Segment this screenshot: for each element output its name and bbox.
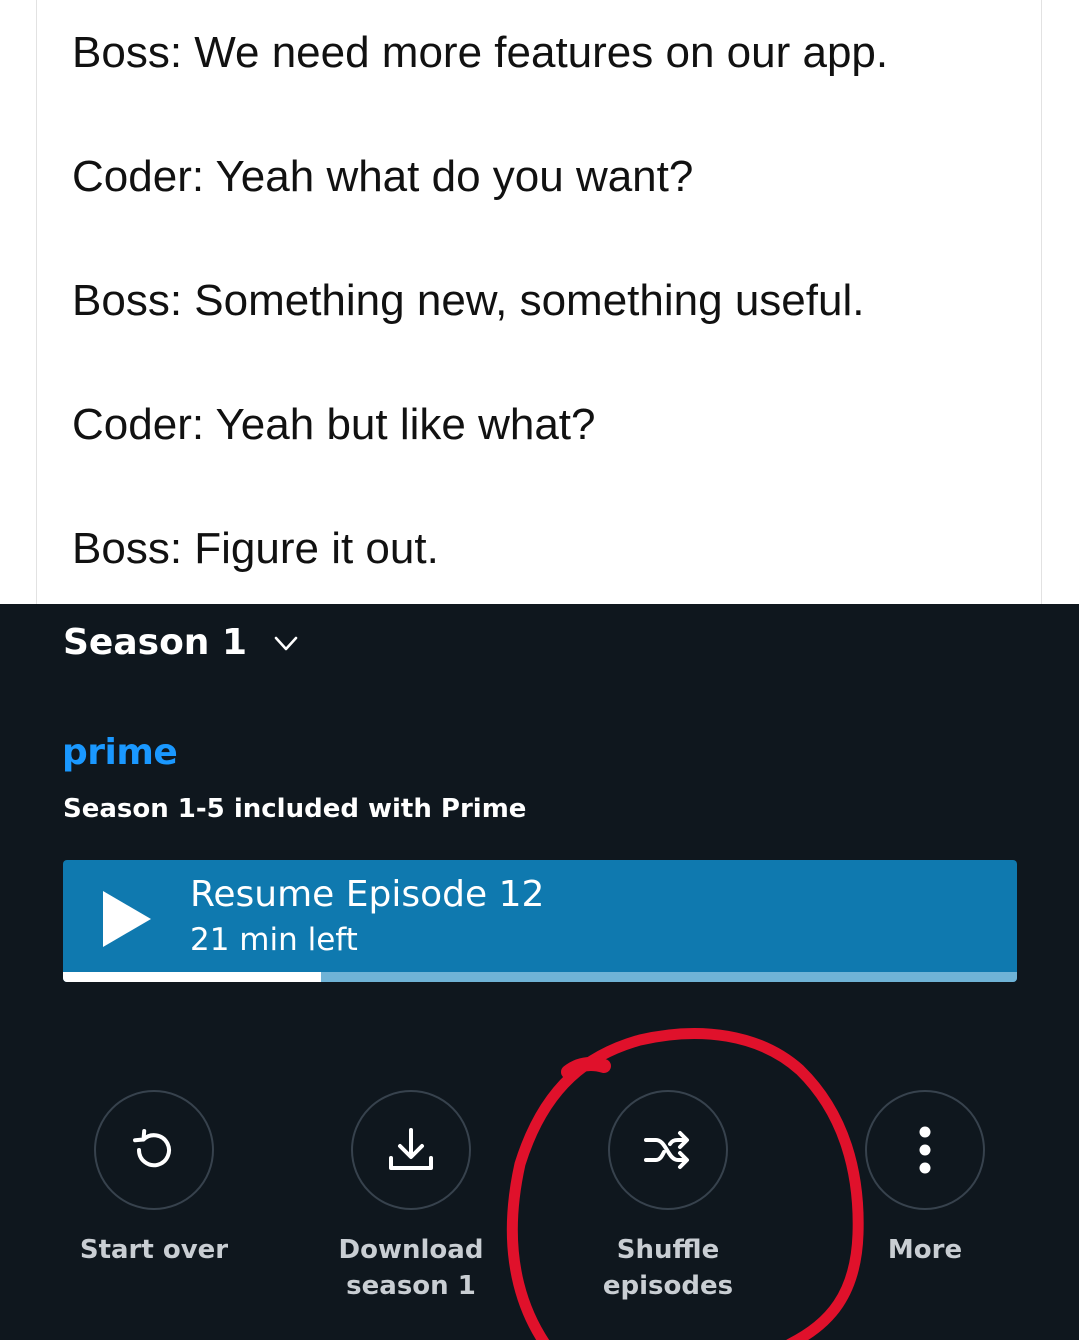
shuffle-icon	[644, 1131, 689, 1169]
start-over-button[interactable]	[94, 1090, 214, 1210]
shuffle-episodes-button[interactable]	[608, 1090, 728, 1210]
text-post: Boss: We need more features on our app. …	[0, 0, 1079, 604]
more-button[interactable]	[865, 1090, 985, 1210]
progress-bar-fill	[63, 972, 321, 982]
shuffle-episodes-action: Shuffle episodes	[568, 1090, 768, 1304]
progress-bar	[63, 972, 1017, 982]
post-line: Boss: We need more features on our app.	[72, 28, 889, 77]
post-line: Boss: Something new, something useful.	[72, 276, 865, 325]
resume-episode-button[interactable]: Resume Episode 12 21 min left	[63, 860, 1017, 982]
more-label: More	[887, 1235, 963, 1265]
prime-video-episode-panel: Season 1 prime Season 1-5 included with …	[0, 604, 1079, 1340]
post-line: Boss: Figure it out.	[72, 524, 439, 573]
chevron-down-icon	[274, 636, 298, 650]
restart-icon	[133, 1129, 171, 1168]
season-dropdown-label: Season 1	[63, 622, 248, 663]
download-season-label: Download season 1	[338, 1235, 484, 1301]
start-over-action: Start over	[54, 1090, 254, 1268]
start-over-label: Start over	[79, 1235, 229, 1265]
season-dropdown[interactable]: Season 1	[63, 622, 299, 663]
post-line: Coder: Yeah what do you want?	[72, 152, 694, 201]
resume-title: Resume Episode 12	[190, 874, 545, 915]
more-action: More	[825, 1090, 1025, 1268]
prime-logo: prime	[62, 732, 178, 773]
included-with-prime-text: Season 1-5 included with Prime	[63, 794, 527, 824]
download-season-button[interactable]	[351, 1090, 471, 1210]
post-line: Coder: Yeah but like what?	[72, 400, 596, 449]
more-dots-icon	[919, 1126, 931, 1174]
time-left-text: 21 min left	[190, 922, 358, 958]
play-icon	[103, 891, 151, 947]
shuffle-episodes-label: Shuffle episodes	[602, 1235, 734, 1301]
download-season-action: Download season 1	[311, 1090, 511, 1304]
download-icon	[389, 1128, 433, 1170]
